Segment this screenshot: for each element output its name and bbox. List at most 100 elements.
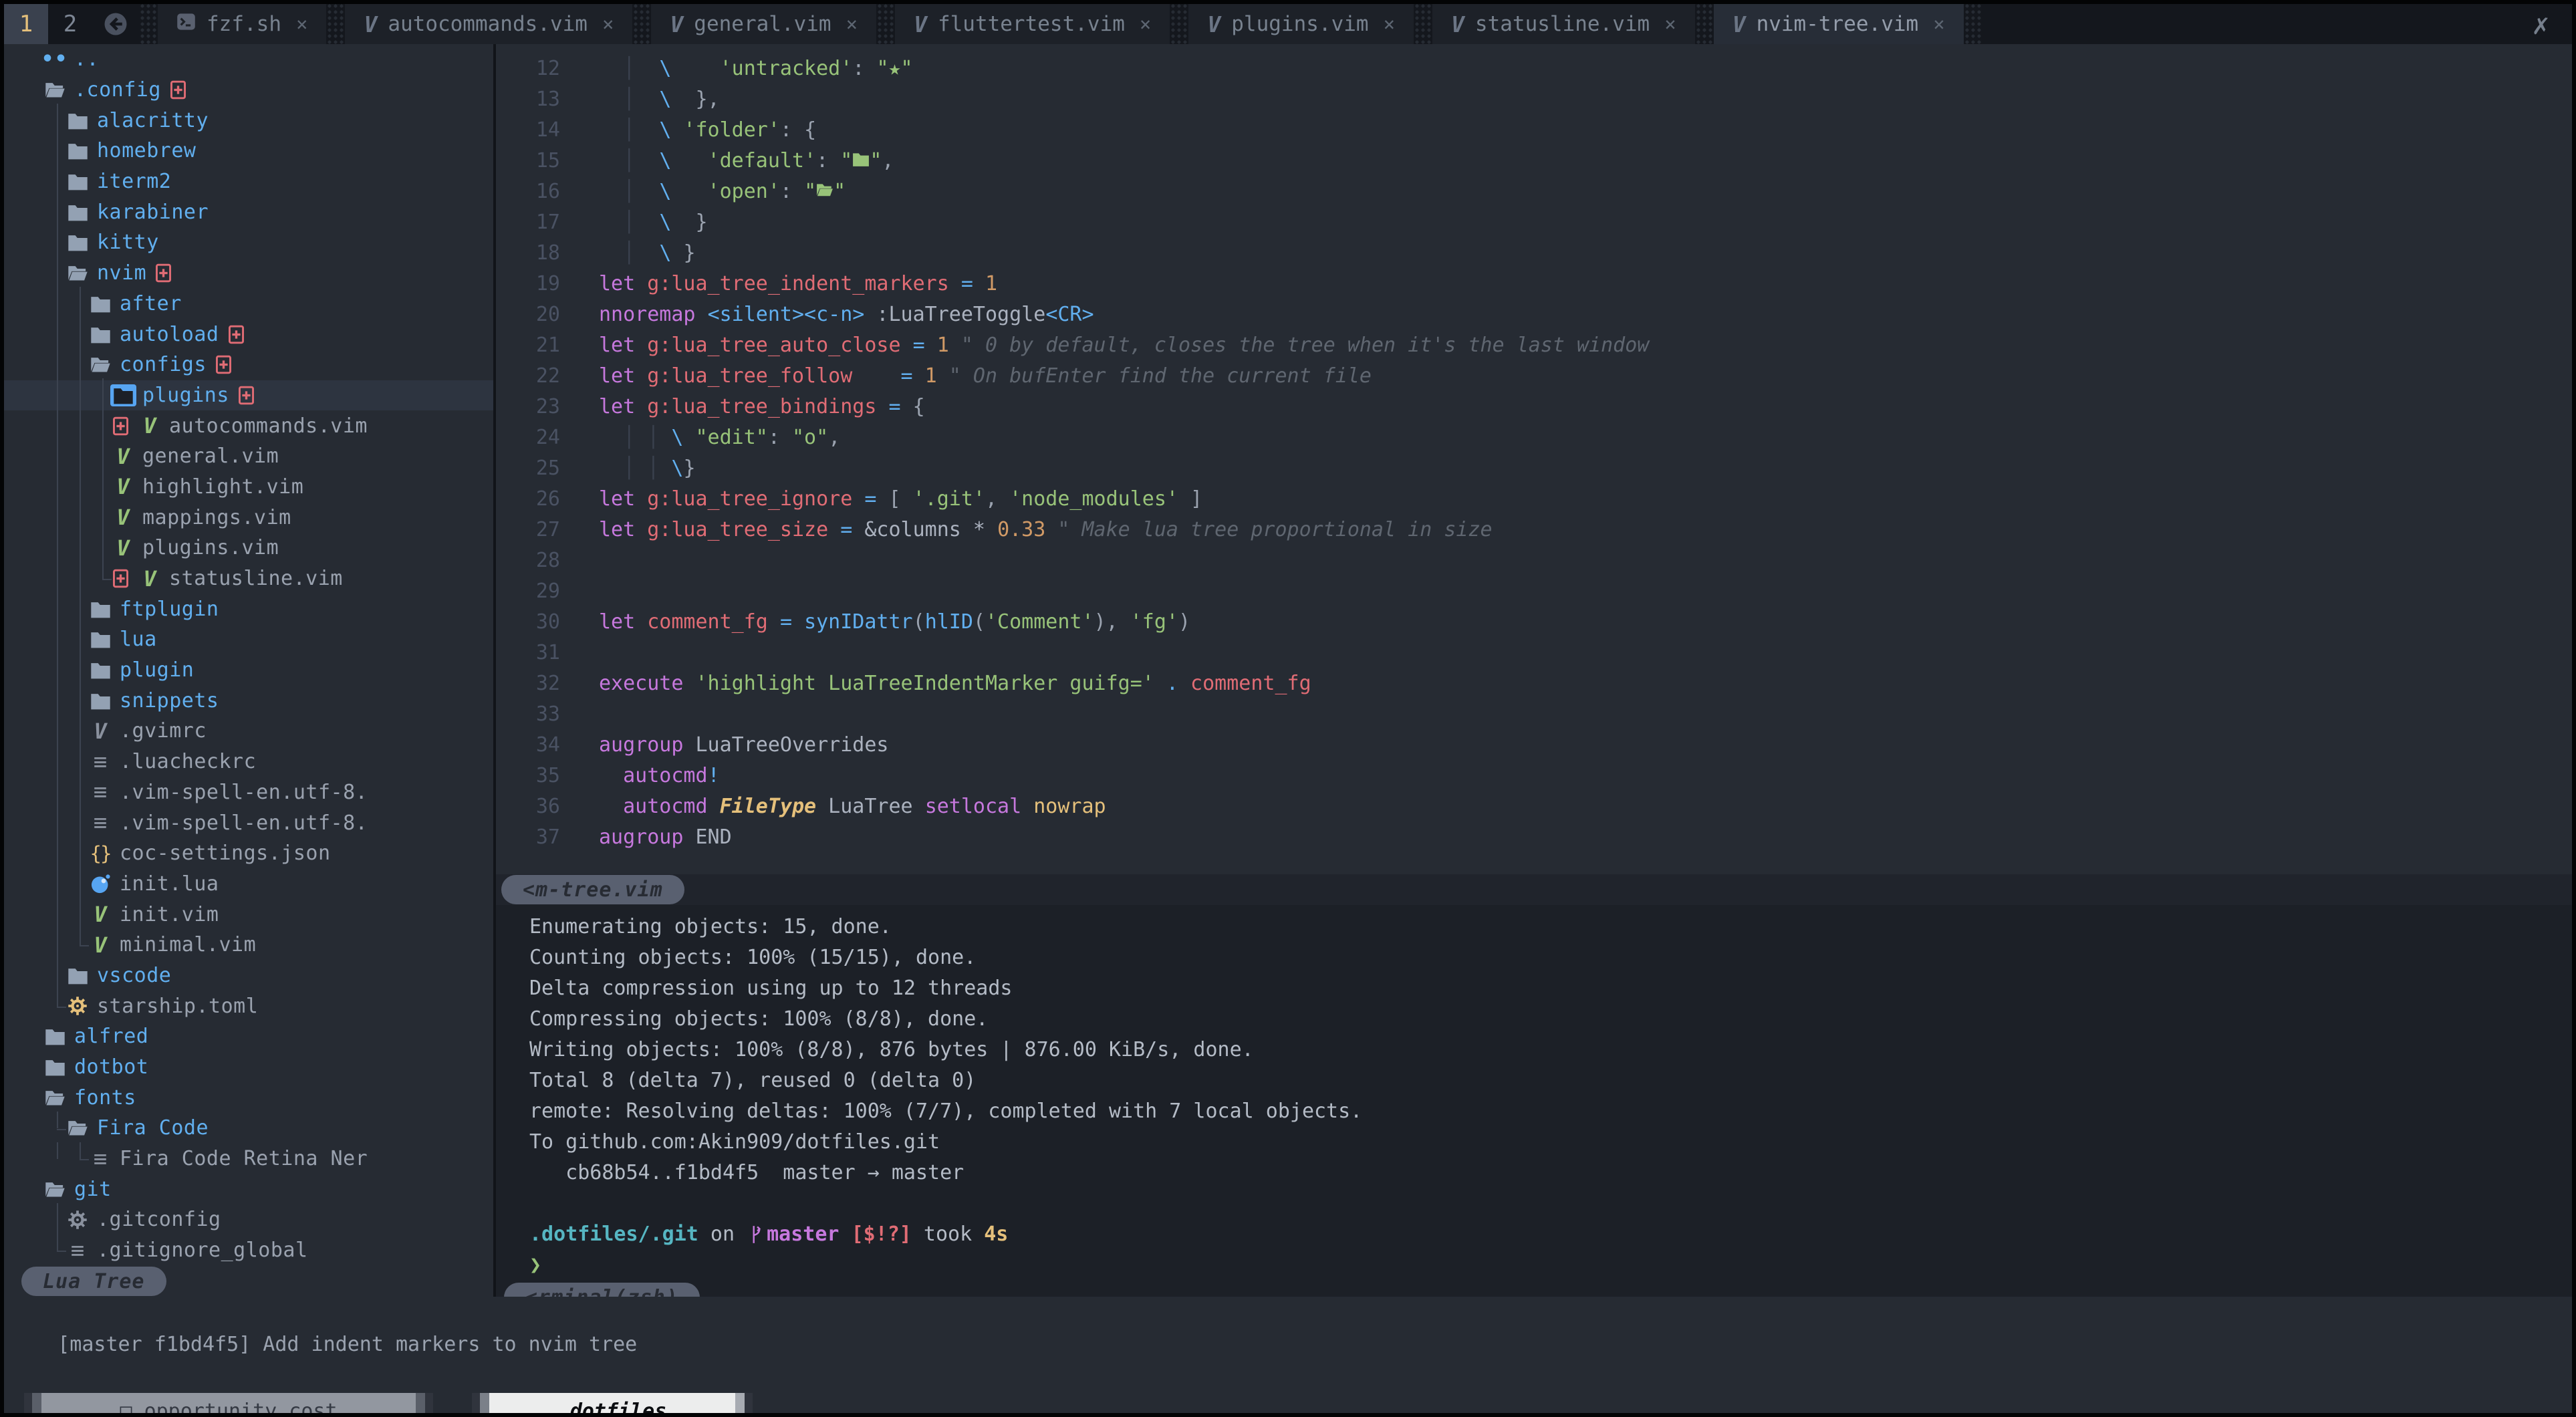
tree-item-.vim-spell-en.utf-8.[interactable]: ≡.vim-spell-en.utf-8. (4, 807, 493, 838)
line-number: 15 (496, 146, 599, 176)
tree-item-homebrew[interactable]: homebrew (4, 136, 493, 166)
code-editor[interactable]: 12 │ \ 'untracked': "★"13 │ \ },14 │ \ '… (496, 44, 2572, 874)
tree-item-after[interactable]: after (4, 289, 493, 319)
tree-item-coc-settings.json[interactable]: {}coc-settings.json (4, 838, 493, 869)
code-line-text: │ │ \} (599, 453, 696, 484)
folder-icon (66, 233, 90, 252)
tree-item-init.lua[interactable]: init.lua (4, 869, 493, 900)
tree-item-alfred[interactable]: alfred (4, 1021, 493, 1052)
tree-item-plugins.vim[interactable]: Vplugins.vim (4, 533, 493, 563)
tree-item-autoload[interactable]: autoload (4, 319, 493, 350)
back-circle-icon[interactable] (92, 4, 139, 44)
tmux-window-number[interactable]: 1 (4, 4, 48, 44)
tree-item-.gvimrc[interactable]: V.gvimrc (4, 716, 493, 747)
tree-item-.gitignore-global[interactable]: ≡.gitignore_global (4, 1235, 493, 1266)
tree-item-label: .vim-spell-en.utf-8. (120, 811, 368, 835)
line-number: 20 (496, 299, 599, 330)
tab-separator-dots (139, 4, 158, 44)
tree-item-vscode[interactable]: vscode (4, 960, 493, 991)
editor-tab[interactable]: Vfluttertest.vim× (895, 4, 1170, 44)
tree-item-dotbot[interactable]: dotbot (4, 1052, 493, 1083)
vim-file-icon: V (138, 566, 162, 592)
terminal-line: To github.com:Akin909/dotfiles.git (529, 1127, 2572, 1158)
tree-item-Fira-Code-Retina-Ner[interactable]: ≡Fira Code Retina Ner (4, 1144, 493, 1174)
terminal-line: Total 8 (delta 7), reused 0 (delta 0) (529, 1065, 2572, 1096)
terminal-line: cb68b54..f1bd4f5 master → master (529, 1158, 2572, 1188)
tree-item-karabiner[interactable]: karabiner (4, 197, 493, 227)
editor-tab[interactable]: Vnvim-tree.vim× (1714, 4, 1964, 44)
tree-item-label: starship.toml (97, 995, 258, 1018)
tree-item-highlight.vim[interactable]: Vhighlight.vim (4, 472, 493, 503)
tree-item-label: homebrew (97, 139, 197, 162)
tree-item-plugin[interactable]: plugin (4, 655, 493, 686)
tree-item-iterm2[interactable]: iterm2 (4, 166, 493, 197)
folder-open-icon (66, 263, 90, 283)
tree-item-kitty[interactable]: kitty (4, 227, 493, 258)
tree-item-autocommands.vim[interactable]: Vautocommands.vim (4, 410, 493, 441)
tree-item-.luacheckrc[interactable]: ≡.luacheckrc (4, 747, 493, 777)
editor-tab[interactable]: Vgeneral.vim× (651, 4, 876, 44)
code-line: 26let g:lua_tree_ignore = [ '.git', 'nod… (496, 484, 2572, 515)
tree-indent-guide (57, 1112, 58, 1129)
tree-item-lua[interactable]: lua (4, 624, 493, 655)
vim-file-icon: V (88, 932, 112, 958)
tab-close-icon[interactable]: × (296, 13, 307, 35)
line-number: 28 (496, 545, 599, 576)
folder-icon (66, 111, 90, 130)
tree-item-general.vim[interactable]: Vgeneral.vim (4, 441, 493, 472)
tree-item-init.vim[interactable]: Vinit.vim (4, 899, 493, 930)
tree-item-statusline.vim[interactable]: Vstatusline.vim (4, 563, 493, 594)
editor-tab[interactable]: Vplugins.vim× (1188, 4, 1414, 44)
tab-close-icon[interactable]: × (1140, 13, 1151, 35)
tree-item-starship.toml[interactable]: starship.toml (4, 991, 493, 1021)
tree-item-.gitconfig[interactable]: .gitconfig (4, 1204, 493, 1235)
tree-item-nvim[interactable]: nvim (4, 258, 493, 289)
tree-item-..[interactable]: ••.. (4, 44, 493, 75)
tmux-window-.dotfiles[interactable]: .dotfiles (472, 1393, 753, 1417)
code-line: 21let g:lua_tree_auto_close = 1 " 0 by d… (496, 330, 2572, 361)
tree-item-label: mappings.vim (142, 506, 291, 529)
tree-item-label: general.vim (142, 444, 279, 468)
terminal-line: Compressing objects: 100% (8/8), done. (529, 1004, 2572, 1035)
tree-item-snippets[interactable]: snippets (4, 685, 493, 716)
tree-item-.vim-spell-en.utf-8.[interactable]: ≡.vim-spell-en.utf-8. (4, 777, 493, 808)
vim-icon: V (914, 11, 927, 37)
tree-item-Fira-Code[interactable]: Fira Code (4, 1113, 493, 1144)
line-number: 27 (496, 515, 599, 545)
text-file-icon: ≡ (88, 1146, 112, 1172)
vim-file-icon: V (88, 719, 112, 744)
tmux-window-opportunity-cost[interactable]: □ opportunity_cost (24, 1393, 433, 1417)
line-number: 29 (496, 576, 599, 607)
tree-item-label: .gitignore_global (97, 1239, 308, 1262)
terminal-pane[interactable]: Enumerating objects: 15, done.Counting o… (496, 905, 2572, 1282)
close-all-icon[interactable]: ✗ (2510, 4, 2572, 44)
terminal-icon (176, 12, 196, 37)
tree-item-label: Fira Code (97, 1116, 209, 1140)
tmux-window-number[interactable]: 2 (48, 4, 92, 44)
tab-label: statusline.vim (1475, 12, 1650, 36)
editor-tab[interactable]: Vautocommands.vim× (345, 4, 632, 44)
editor-tab[interactable]: fzf.sh× (158, 4, 326, 44)
tab-close-icon[interactable]: × (846, 13, 858, 35)
tree-item-.config[interactable]: .config (4, 75, 493, 106)
editor-tab[interactable]: Vstatusline.vim× (1432, 4, 1695, 44)
tab-close-icon[interactable]: × (602, 13, 614, 35)
vim-file-icon: V (111, 444, 135, 469)
tree-item-fonts[interactable]: fonts (4, 1082, 493, 1113)
tree-item-minimal.vim[interactable]: Vminimal.vim (4, 930, 493, 960)
tree-item-label: configs (120, 353, 207, 376)
code-line: 20nnoremap <silent><c-n> :LuaTreeToggle<… (496, 299, 2572, 330)
vim-icon: V (364, 11, 377, 37)
tree-item-git[interactable]: git (4, 1174, 493, 1204)
tree-item-configs[interactable]: configs (4, 350, 493, 380)
tab-close-icon[interactable]: × (1384, 13, 1395, 35)
tree-item-ftplugin[interactable]: ftplugin (4, 594, 493, 624)
tab-close-icon[interactable]: × (1664, 13, 1676, 35)
tab-close-icon[interactable]: × (1933, 13, 1944, 35)
tree-item-plugins[interactable]: plugins (4, 380, 493, 411)
tree-item-mappings.vim[interactable]: Vmappings.vim (4, 502, 493, 533)
code-line: 17 │ \ } (496, 207, 2572, 238)
editor-statusline: <m-tree.vim (496, 874, 2572, 905)
tree-item-alacritty[interactable]: alacritty (4, 105, 493, 136)
code-line: 28 (496, 545, 2572, 576)
